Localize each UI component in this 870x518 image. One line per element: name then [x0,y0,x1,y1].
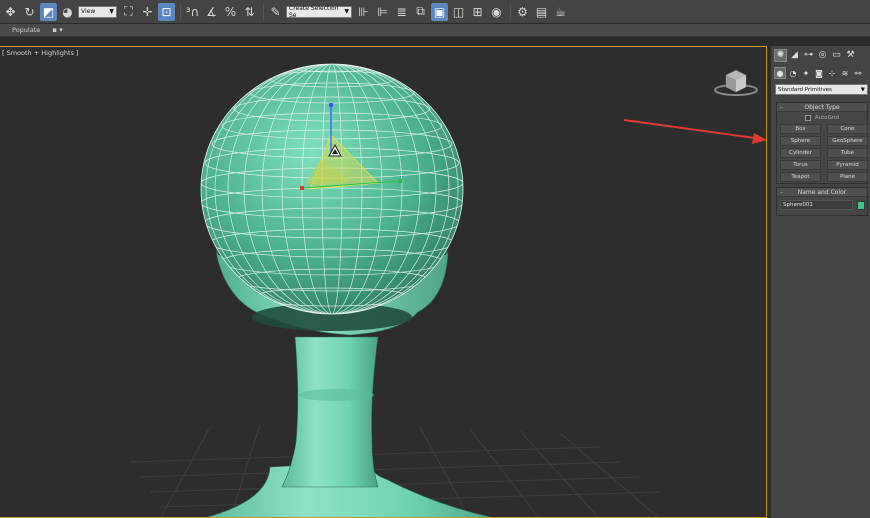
toolbar-divider [263,3,264,20]
name-and-color-rollout-header[interactable]: – Name and Color [777,188,867,197]
chevron-down-icon: ▼ [109,8,114,15]
cone-button[interactable]: Cone [827,124,868,134]
scale-icon[interactable]: ◩ [40,2,57,21]
chevron-down-icon: ▼ [344,8,349,15]
sphere-button[interactable]: Sphere [780,136,821,146]
reference-coordinate-value: View [81,8,96,15]
pyramid-button[interactable]: Pyramid [827,160,868,170]
object-type-title: Object Type [804,103,840,111]
sphere-object[interactable] [200,62,464,315]
helpers-icon[interactable]: ⊹ [826,67,838,79]
utilities-tab-icon[interactable]: ⚒ [844,49,857,62]
schematic-view-icon[interactable]: ⊞ [469,3,486,21]
create-subcategory-tabs: ● ◔ ✦ ◙ ⊹ ≋ ⚯ [771,64,870,82]
rotate-icon[interactable]: ↻ [21,3,38,21]
primitive-category-value: Standard Primitives [778,86,832,93]
layer-explorer-icon[interactable]: ⧉ [412,3,429,21]
plane-button[interactable]: Plane [827,172,868,182]
primitive-category-dropdown[interactable]: Standard Primitives ▼ [775,84,868,95]
name-and-color-title: Name and Color [797,188,847,196]
command-panel-tabs: ✺ ◢ ⊶ ◎ ▭ ⚒ [771,46,870,64]
toolbar-divider [180,3,181,20]
perspective-viewport[interactable]: [ Smooth + Highlights ] [0,46,767,518]
edit-named-selection-icon[interactable]: ✎ [267,3,284,21]
rendered-frame-window-icon[interactable]: ▤ [533,3,550,21]
toolbar-divider [510,3,511,20]
object-color-swatch[interactable] [857,200,865,210]
lights-icon[interactable]: ✦ [800,67,812,79]
ribbon-minimize-icon[interactable]: ▪ ▾ [52,26,62,34]
main-toolbar: ✥ ↻ ◩ ◕ View ▼ ⛶ ✛ ⊡ ³∩ ∡ % ⇅ ✎ Create S… [0,0,870,24]
autogrid-label: AutoGrid [814,115,840,121]
name-and-color-rollout: – Name and Color Sphere001 [776,187,868,216]
display-tab-icon[interactable]: ▭ [830,49,843,62]
curve-editor-icon[interactable]: ◫ [450,3,467,21]
object-type-rollout-header[interactable]: – Object Type [777,103,867,112]
command-panel: ✺ ◢ ⊶ ◎ ▭ ⚒ ● ◔ ✦ ◙ ⊹ ≋ ⚯ Standard Primi… [771,46,870,518]
teapot-button[interactable]: Teapot [780,172,821,182]
primitive-buttons: Box Cone Sphere GeoSphere Cylinder Tube … [777,123,868,182]
hierarchy-tab-icon[interactable]: ⊶ [802,49,815,62]
box-button[interactable]: Box [780,124,821,134]
pivot-center-icon[interactable]: ⛶ [120,3,137,21]
cameras-icon[interactable]: ◙ [813,67,825,79]
viewport-label[interactable]: [ Smooth + Highlights ] [2,49,79,57]
render-setup-icon[interactable]: ⚙ [514,3,531,21]
torus-button[interactable]: Torus [780,160,821,170]
motion-tab-icon[interactable]: ◎ [816,49,829,62]
named-selection-set-dropdown[interactable]: Create Selection Se ▼ [286,4,352,19]
collapse-icon: – [780,188,783,196]
keyboard-shortcut-toggle-icon[interactable]: ⊡ [158,2,175,21]
tube-button[interactable]: Tube [827,148,868,158]
ribbon-bar: Populate ▪ ▾ [0,24,870,37]
object-name-field[interactable]: Sphere001 [780,200,854,210]
pedestal-stem [281,336,379,488]
scene-explorer-icon[interactable]: ≣ [393,3,410,21]
viewcube[interactable] [714,69,758,96]
move-icon[interactable]: ✥ [2,3,19,21]
geometry-icon[interactable]: ● [774,67,786,79]
select-manipulate-icon[interactable]: ✛ [139,3,156,21]
angle-snap-icon[interactable]: ∡ [203,3,220,21]
spinner-snap-icon[interactable]: ⇅ [241,3,258,21]
space-warps-icon[interactable]: ≋ [839,67,851,79]
create-tab-icon[interactable]: ✺ [774,48,787,62]
annotation-arrow [623,119,766,144]
checkbox-icon [804,115,811,121]
chevron-down-icon: ▼ [860,86,865,93]
name-row: Sphere001 [777,197,867,210]
modify-tab-icon[interactable]: ◢ [788,49,801,62]
autogrid-checkbox[interactable]: AutoGrid [777,113,867,123]
named-selection-set-value: Create Selection Se [289,4,339,19]
cylinder-button[interactable]: Cylinder [780,148,821,158]
tab-populate[interactable]: Populate [0,26,52,34]
reference-coordinate-dropdown[interactable]: View ▼ [78,5,117,18]
shapes-icon[interactable]: ◔ [787,67,799,79]
snaps-toggle-icon[interactable]: ³∩ [184,3,201,21]
percent-snap-icon[interactable]: % [222,3,239,21]
graphite-toolbar-icon[interactable]: ▣ [431,2,448,21]
render-production-icon[interactable]: ☕ [552,3,569,21]
collapse-icon: – [780,103,783,111]
material-editor-icon[interactable]: ◉ [488,3,505,21]
select-place-icon[interactable]: ◕ [59,3,76,21]
mirror-icon[interactable]: ⊪ [355,3,372,21]
geosphere-button[interactable]: GeoSphere [827,136,868,146]
object-type-rollout: – Object Type AutoGrid Box Cone Sphere G… [776,102,868,184]
align-icon[interactable]: ⊫ [374,3,391,21]
systems-icon[interactable]: ⚯ [852,67,864,79]
viewport-scene [129,62,766,517]
